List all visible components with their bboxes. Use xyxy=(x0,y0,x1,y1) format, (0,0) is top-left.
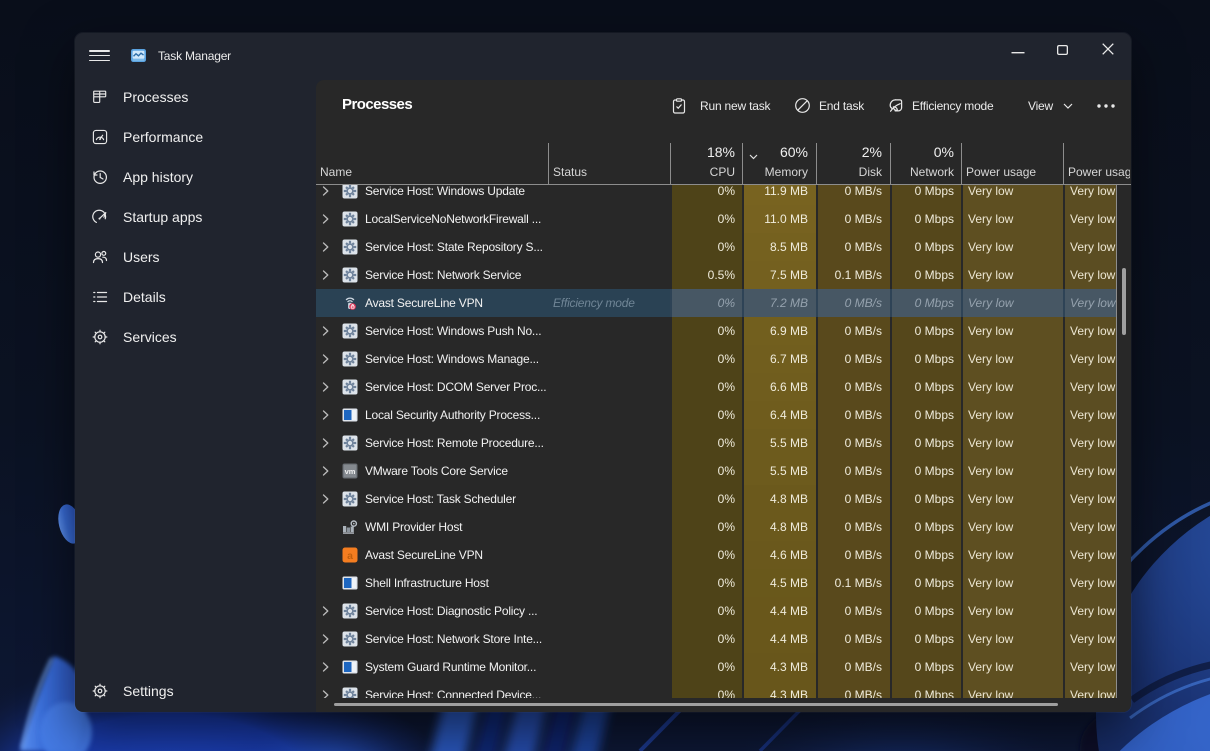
svg-text:vm: vm xyxy=(345,467,356,476)
svg-text:a: a xyxy=(347,550,353,562)
